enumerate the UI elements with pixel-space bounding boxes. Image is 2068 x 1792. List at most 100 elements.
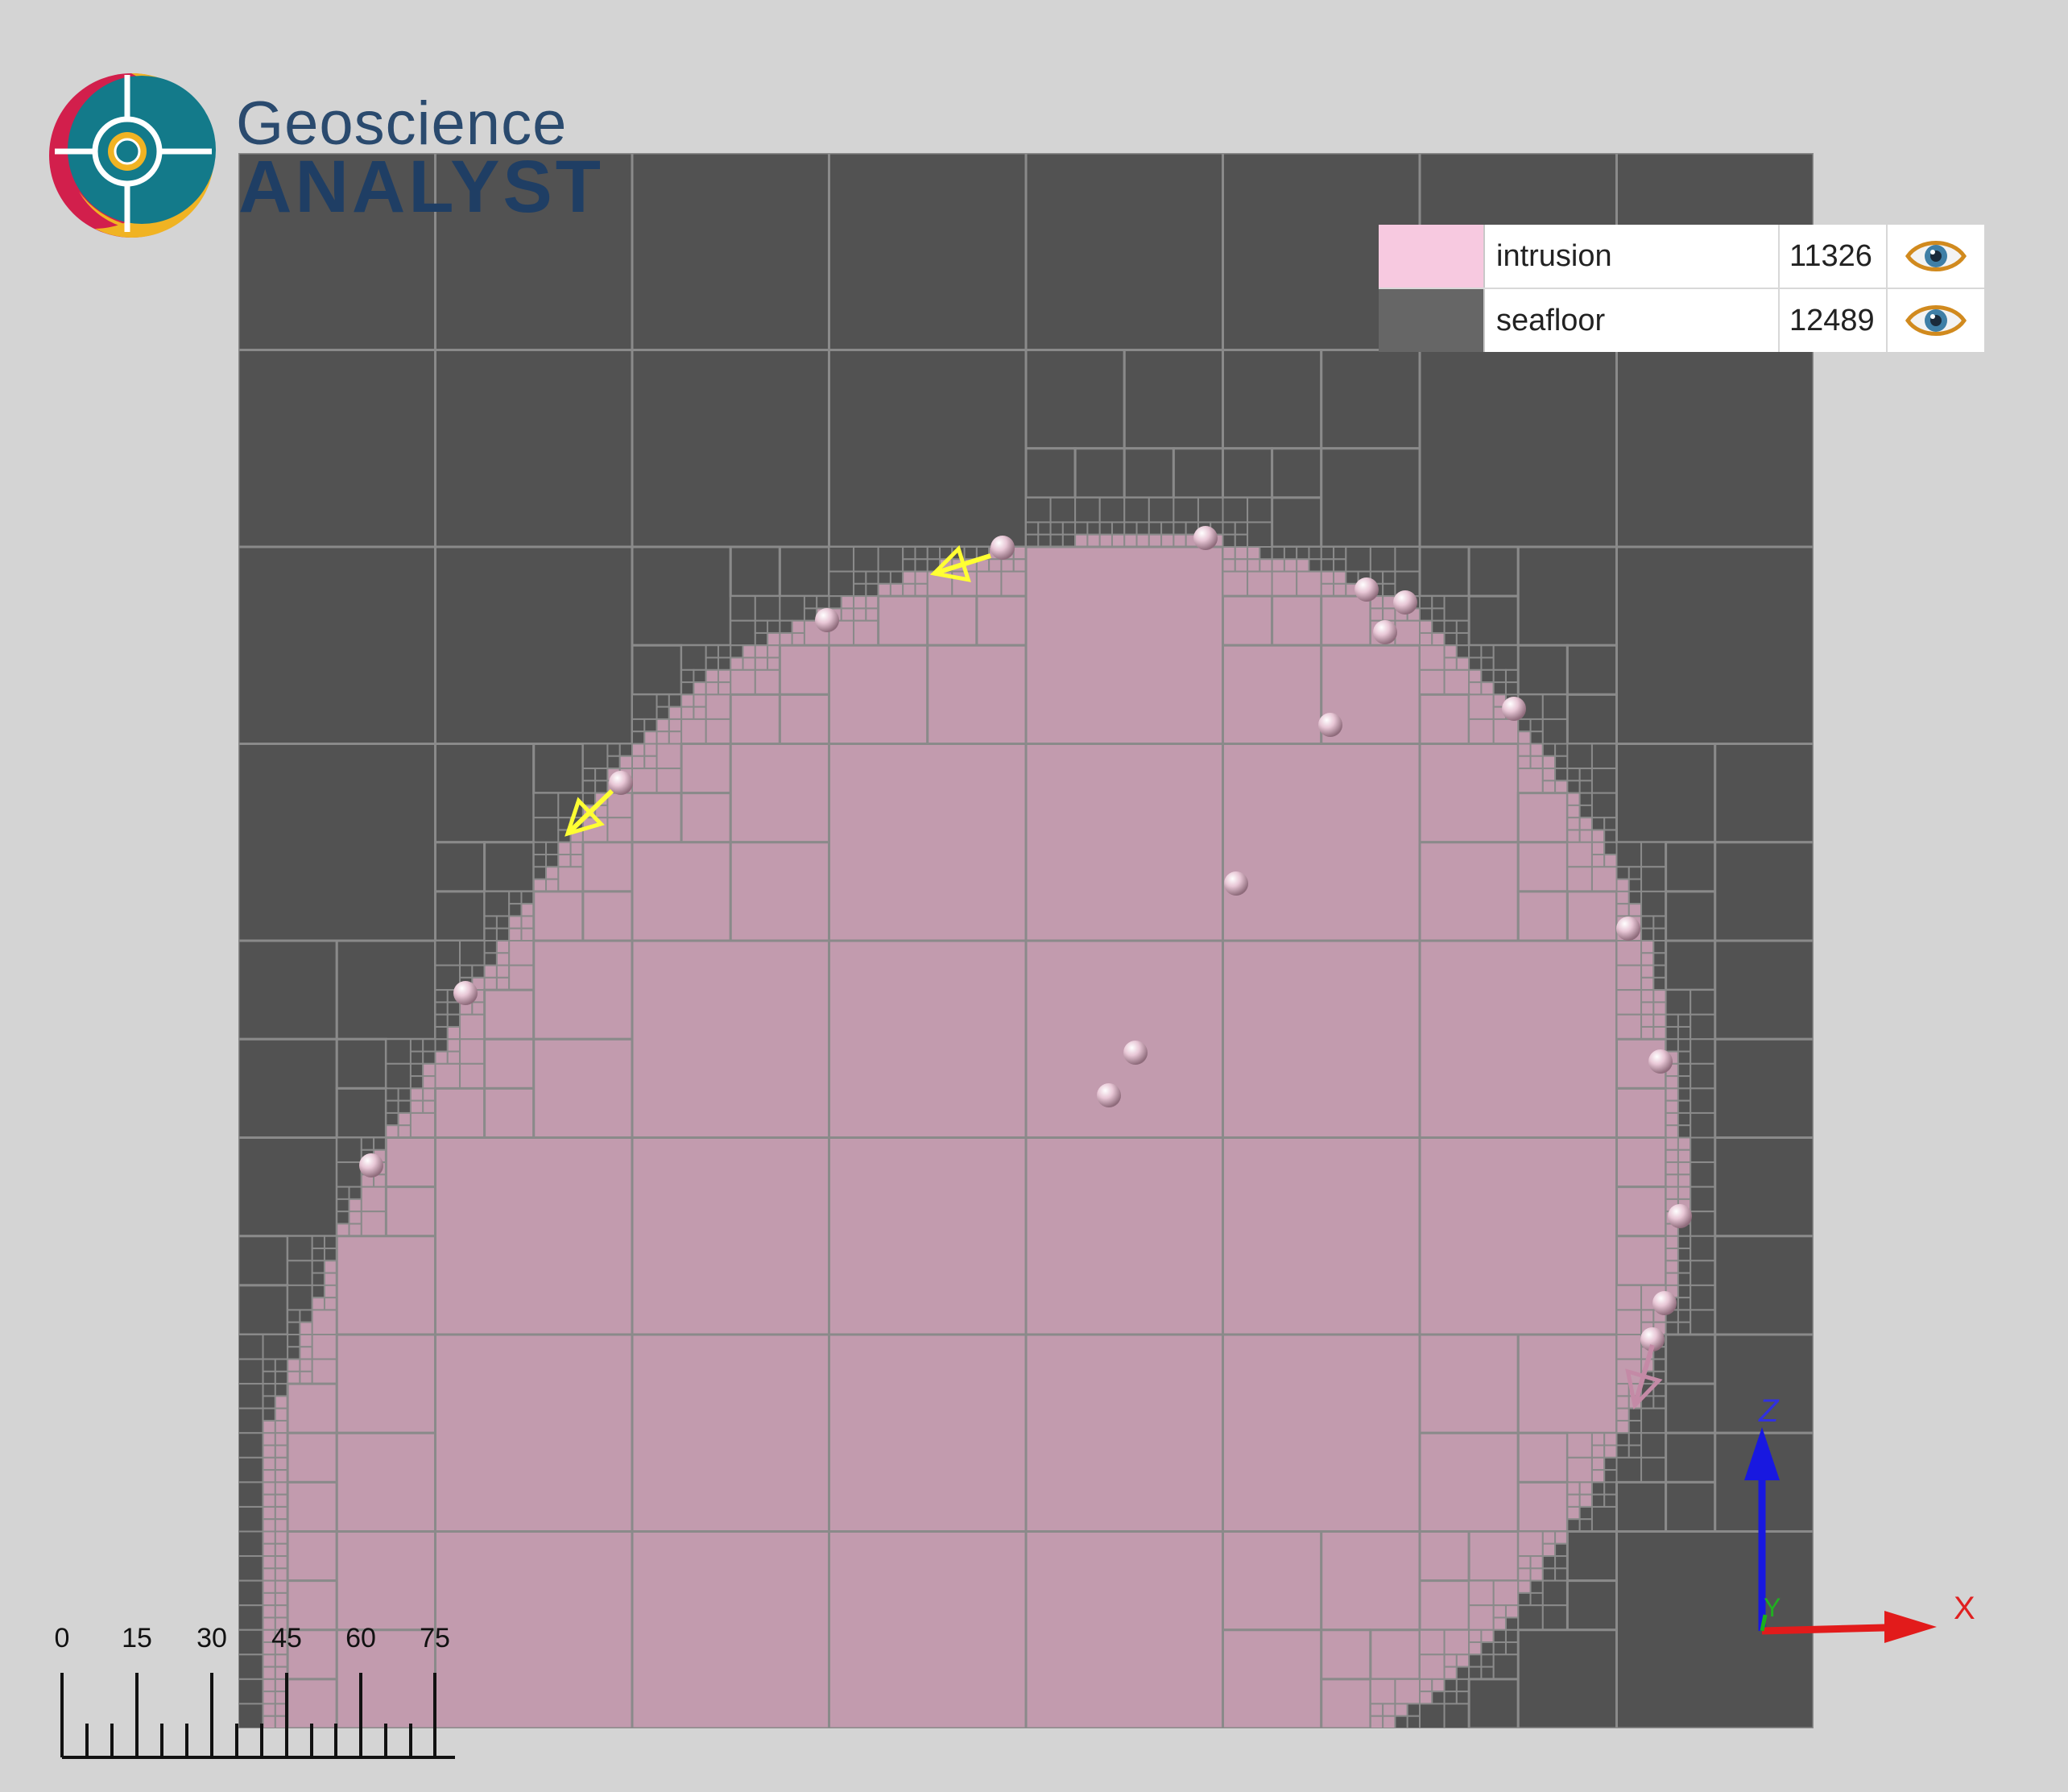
- intrusion-cell: [606, 792, 633, 819]
- intrusion-cell: [274, 1579, 289, 1594]
- observation-marker[interactable]: [609, 771, 633, 795]
- legend-row-intrusion[interactable]: intrusion 11326: [1379, 225, 1984, 289]
- observation-marker[interactable]: [1373, 620, 1397, 644]
- seafloor-cell: [1517, 1604, 1544, 1631]
- seafloor-cell: [1652, 915, 1667, 929]
- intrusion-cell: [767, 656, 781, 671]
- geoscience-analyst-logo: Geoscience ANALYST: [47, 71, 601, 240]
- seafloor-cell: [1418, 545, 1470, 598]
- intrusion-cell: [1640, 1013, 1655, 1028]
- seafloor-cell: [1615, 1480, 1668, 1533]
- observation-marker[interactable]: [1648, 1049, 1673, 1074]
- intrusion-cell: [446, 1050, 461, 1065]
- seafloor-cell: [1529, 730, 1544, 745]
- seafloor-cell: [311, 1284, 325, 1299]
- intrusion-cell: [262, 1604, 276, 1619]
- intrusion-cell: [1418, 693, 1470, 745]
- intrusion-cell: [902, 570, 916, 585]
- observation-marker[interactable]: [1668, 1204, 1692, 1228]
- observation-marker[interactable]: [1652, 1291, 1677, 1315]
- observation-marker[interactable]: [1502, 697, 1526, 721]
- legend-row-seafloor[interactable]: seafloor 12489: [1379, 289, 1984, 352]
- intrusion-cell: [1615, 1383, 1630, 1397]
- seafloor-cell: [1394, 546, 1421, 573]
- seafloor-cell: [385, 1111, 399, 1127]
- eye-icon[interactable]: [1888, 225, 1984, 288]
- seafloor-cell: [1640, 915, 1655, 929]
- seafloor-cell: [1590, 1493, 1606, 1508]
- seafloor-cell: [1690, 1260, 1716, 1286]
- intrusion-cell: [791, 619, 805, 634]
- intrusion-cell: [385, 1124, 399, 1139]
- intrusion-cell: [1554, 780, 1569, 794]
- seafloor-cell: [1394, 1715, 1408, 1728]
- intrusion-cell: [1516, 792, 1569, 844]
- seafloor-cell: [409, 1075, 424, 1090]
- intrusion-cell: [1541, 1542, 1557, 1558]
- intrusion-cell: [1492, 1616, 1507, 1631]
- observation-marker[interactable]: [1224, 871, 1248, 896]
- seafloor-cell: [1615, 1432, 1630, 1446]
- seafloor-cell: [1123, 349, 1224, 450]
- intrusion-cell: [483, 976, 498, 991]
- observation-marker[interactable]: [1097, 1083, 1121, 1107]
- seafloor-cell: [1517, 1591, 1532, 1607]
- intrusion-cell: [262, 1493, 276, 1508]
- seafloor-cell: [311, 1272, 325, 1286]
- seafloor-cell: [1443, 595, 1470, 622]
- observation-marker[interactable]: [359, 1153, 383, 1177]
- intrusion-cell: [1320, 1530, 1421, 1632]
- seafloor-cell: [1714, 743, 1814, 844]
- seafloor-cell: [1049, 533, 1064, 548]
- seafloor-cell: [1690, 1111, 1716, 1139]
- seafloor-cell: [730, 644, 744, 659]
- seafloor-cell: [1308, 546, 1322, 561]
- intrusion-cell: [791, 631, 805, 647]
- intrusion-cell: [656, 730, 670, 745]
- seafloor-cell: [262, 1334, 289, 1360]
- intrusion-cell: [1516, 890, 1569, 942]
- seafloor-cell: [434, 940, 461, 966]
- seafloor-cell: [1690, 1186, 1716, 1213]
- intrusion-cell: [434, 1136, 634, 1336]
- intrusion-cell: [1222, 1136, 1421, 1336]
- intrusion-cell: [754, 656, 769, 671]
- intrusion-cell: [1418, 1431, 1520, 1533]
- intrusion-cell: [951, 570, 978, 598]
- intrusion-cell: [1024, 743, 1224, 942]
- seafloor-cell: [1652, 927, 1667, 942]
- seafloor-cell: [1345, 570, 1359, 585]
- observation-marker[interactable]: [1616, 917, 1640, 941]
- observation-marker[interactable]: [1123, 1041, 1148, 1065]
- intrusion-cell: [778, 644, 830, 696]
- eye-icon[interactable]: [1888, 289, 1984, 352]
- observation-marker[interactable]: [991, 536, 1015, 560]
- seafloor-cell: [1590, 1505, 1618, 1533]
- intrusion-cell: [853, 619, 879, 647]
- intrusion-cell: [1665, 1161, 1679, 1176]
- seafloor-cell: [532, 743, 585, 795]
- intrusion-cell: [299, 1346, 313, 1360]
- observation-marker[interactable]: [1318, 713, 1342, 737]
- seafloor-cell: [409, 1062, 424, 1078]
- seafloor-cell: [1406, 1703, 1421, 1717]
- observation-marker[interactable]: [1393, 590, 1417, 615]
- seafloor-cell: [853, 582, 867, 598]
- seafloor-cell: [1677, 1297, 1692, 1311]
- seafloor-cell: [1652, 940, 1667, 954]
- observation-marker[interactable]: [1193, 526, 1218, 550]
- seafloor-cell: [1714, 1136, 1814, 1238]
- seafloor-cell: [1628, 1407, 1643, 1422]
- observation-marker[interactable]: [815, 608, 839, 632]
- observation-marker[interactable]: [453, 981, 478, 1005]
- seafloor-cell: [434, 349, 634, 548]
- intrusion-cell: [1578, 817, 1593, 831]
- seafloor-cell: [238, 939, 338, 1041]
- seafloor-cell: [287, 1284, 313, 1311]
- observation-marker[interactable]: [1355, 577, 1379, 602]
- seafloor-cell: [287, 1334, 301, 1348]
- intrusion-cell: [1394, 1678, 1421, 1705]
- seafloor-cell: [1073, 447, 1126, 499]
- intrusion-cell: [668, 706, 683, 720]
- intrusion-cell: [730, 668, 756, 696]
